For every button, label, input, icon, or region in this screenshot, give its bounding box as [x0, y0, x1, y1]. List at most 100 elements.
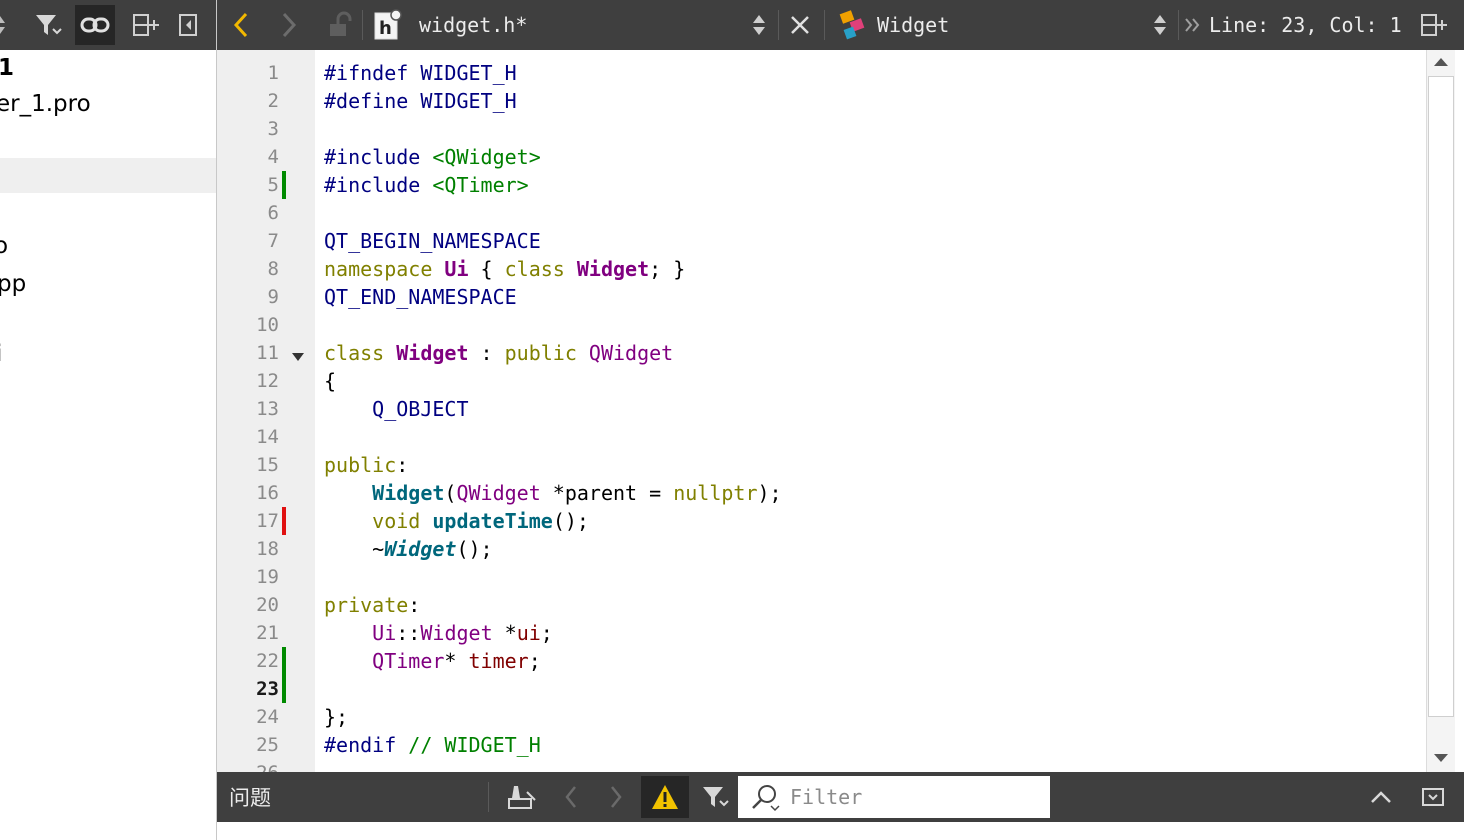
separator — [362, 10, 363, 40]
code-token: * — [492, 621, 517, 645]
scrollbar-thumb[interactable] — [1428, 76, 1454, 717]
code-line[interactable]: QT_END_NAMESPACE — [324, 283, 517, 311]
filter-field[interactable] — [738, 776, 1050, 818]
code-line[interactable]: class Widget : public QWidget — [324, 339, 673, 367]
vertical-scrollbar[interactable] — [1426, 50, 1455, 772]
editor-toolbar: h widget.h* Widget Line: 23, Col: 1 — [217, 0, 1464, 50]
code-token: Widget — [420, 621, 493, 645]
link-icon[interactable] — [75, 5, 115, 45]
maximize-icon[interactable] — [1421, 772, 1445, 822]
issues-pane-header: 问题 — [217, 772, 1464, 822]
updown-icon[interactable] — [1152, 0, 1168, 50]
tree-item[interactable]: er_1.pro — [0, 87, 91, 121]
separator — [488, 782, 489, 812]
forward-arrow-icon[interactable] — [605, 772, 627, 822]
code-line[interactable]: #define WIDGET_H — [324, 87, 517, 115]
split-add-icon[interactable] — [126, 5, 166, 45]
code-line[interactable]: }; — [324, 703, 348, 731]
code-line[interactable]: public: — [324, 451, 408, 479]
scroll-down-icon[interactable] — [1427, 746, 1455, 770]
back-arrow-icon[interactable] — [560, 772, 582, 822]
scroll-up-icon[interactable] — [1427, 50, 1455, 74]
code-token: : — [468, 341, 505, 365]
header-file-icon: h — [373, 0, 403, 50]
code-line[interactable]: #include <QTimer> — [324, 171, 529, 199]
line-number: 14 — [256, 426, 279, 448]
code-token: ( — [444, 481, 457, 505]
close-icon[interactable] — [789, 0, 811, 50]
code-token: Ui — [444, 257, 469, 281]
split-add-icon[interactable] — [1419, 0, 1449, 50]
file-name[interactable]: widget.h* — [419, 0, 527, 50]
updown-icon[interactable] — [0, 5, 14, 45]
line-number: 6 — [267, 202, 279, 224]
code-token: : — [408, 593, 421, 617]
code-token: class — [324, 341, 397, 365]
line-number: 13 — [256, 398, 279, 420]
line-number: 16 — [256, 482, 279, 504]
forward-arrow-icon[interactable] — [277, 0, 301, 50]
line-number: 15 — [256, 454, 279, 476]
chevron-up-icon[interactable] — [1369, 772, 1393, 822]
code-line[interactable]: Widget(QWidget *parent = nullptr); — [324, 479, 781, 507]
updown-icon[interactable] — [751, 0, 767, 50]
tree-item[interactable]: pp — [0, 267, 26, 301]
tree-selection[interactable] — [0, 158, 216, 193]
code-token: timer — [468, 649, 529, 673]
lock-icon[interactable] — [327, 0, 353, 50]
line-number: 18 — [256, 538, 279, 560]
code-token: { — [324, 369, 337, 393]
code-line[interactable]: #endif // WIDGET_H — [324, 731, 541, 759]
project-sidebar: 1 er_1.pro o pp i — [0, 0, 217, 840]
code-line[interactable]: ~Widget(); — [324, 535, 493, 563]
code-line[interactable]: private: — [324, 591, 420, 619]
code-line[interactable]: Ui::Widget *ui; — [324, 619, 553, 647]
code-token: : — [396, 453, 409, 477]
code-token: QWidget — [456, 481, 541, 505]
code-line[interactable]: QTimer* timer; — [324, 647, 541, 675]
issues-title[interactable]: 问题 — [229, 772, 271, 822]
code-token: updateTime — [432, 509, 553, 533]
line-number: 24 — [256, 706, 279, 728]
code-token: Widget — [396, 341, 469, 365]
fold-arrow-icon[interactable] — [291, 347, 305, 361]
filter-icon[interactable] — [28, 5, 68, 45]
code-token: #define WIDGET_H — [324, 89, 517, 113]
filter-input[interactable] — [788, 784, 1042, 810]
line-col-indicator[interactable]: Line: 23, Col: 1 — [1209, 0, 1402, 50]
code-line[interactable]: void updateTime(); — [324, 507, 589, 535]
vcs-icon[interactable] — [505, 772, 537, 822]
code-line[interactable]: #ifndef WIDGET_H — [324, 59, 517, 87]
line-number: 5 — [267, 174, 279, 196]
back-arrow-icon[interactable] — [229, 0, 253, 50]
code-line[interactable]: namespace Ui { class Widget; } — [324, 255, 685, 283]
code-editor[interactable]: 1 2 3 4 5 6 7 8 9 10 11 12 13 14 15 16 17 18 19 20 21 22 23 24 2… — [217, 50, 1464, 772]
code-token: Widget — [372, 481, 445, 505]
code-token: }; — [324, 705, 349, 729]
code-line[interactable]: Q_OBJECT — [324, 395, 469, 423]
line-number: 26 — [217, 759, 279, 772]
line-number: 4 — [267, 146, 279, 168]
code-line[interactable]: #include <QWidget> — [324, 143, 541, 171]
code-token: Q_OBJECT — [324, 397, 469, 421]
code-token: namespace — [324, 257, 445, 281]
code-token: QWidget — [588, 341, 674, 365]
line-number: 25 — [256, 734, 279, 756]
chevron-double-right-icon[interactable] — [1184, 0, 1202, 50]
search-icon — [750, 782, 780, 812]
collapse-sidebar-icon[interactable] — [168, 5, 208, 45]
code-token: (); — [456, 537, 493, 561]
funnel-icon[interactable] — [701, 772, 729, 822]
line-number: 20 — [256, 594, 279, 616]
code-line[interactable]: QT_BEGIN_NAMESPACE — [324, 227, 541, 255]
code-line[interactable]: { — [324, 367, 336, 395]
symbol-name[interactable]: Widget — [877, 0, 949, 50]
tree-item[interactable]: 1 — [0, 51, 14, 85]
code-token: #ifndef WIDGET_H — [324, 61, 517, 85]
tree-item[interactable]: i — [0, 337, 2, 371]
line-number: 2 — [267, 90, 279, 112]
warning-icon[interactable] — [641, 776, 689, 818]
tree-item[interactable]: o — [0, 229, 8, 263]
